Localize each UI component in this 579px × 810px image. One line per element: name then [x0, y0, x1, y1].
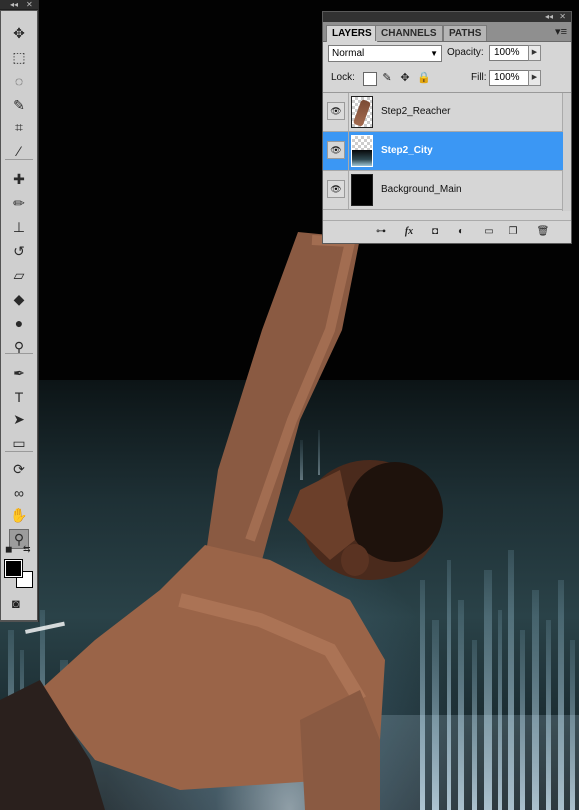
collapse-icon[interactable]: ◂◂ — [545, 12, 553, 22]
tools-panel: ◂◂ ✕ ✥ ⬚ ◌ ✎ ⌗ ⁄ ✚ ✏ ⊥ ↺ ▱ ◆ ● ⚲ ✒ T ➤ ▭ ⟳ ∞ ✋ ⚲ ◼ ⇆ ◙ — [0, 0, 39, 622]
blend-mode-value: Normal — [332, 48, 365, 59]
swap-colors-icon[interactable]: ⇆ — [23, 544, 31, 555]
close-icon[interactable]: ✕ — [26, 0, 33, 9]
layer-thumbnail[interactable] — [351, 174, 373, 206]
layer-name: Step2_City — [381, 145, 433, 156]
opacity-slider-arrow-icon[interactable]: ▶ — [528, 45, 541, 61]
lock-pixels-icon[interactable]: ✎ — [381, 72, 393, 84]
close-icon[interactable]: ✕ — [559, 12, 566, 22]
tab-channels[interactable]: CHANNELS — [375, 25, 443, 41]
blend-mode-select[interactable]: Normal ▼ — [328, 45, 442, 62]
lock-transparency-icon[interactable] — [363, 72, 377, 86]
quick-mask-icon[interactable]: ◙ — [12, 596, 20, 611]
divider — [348, 93, 349, 131]
city-thumbnail-image — [352, 149, 372, 166]
link-layers-icon[interactable]: ⊶ — [373, 225, 389, 239]
layers-panel-footer: ⊶ fx ◘ ◐ ▭ ❐ 🗑 — [323, 220, 571, 244]
opacity-label: Opacity: — [447, 47, 484, 58]
layer-thumbnail[interactable] — [351, 135, 373, 167]
paint-bucket-tool-icon[interactable]: ◆ — [9, 289, 29, 309]
crop-tool-icon[interactable]: ⌗ — [9, 117, 29, 137]
lock-fill-row: Lock: ✎ ✥ 🔒 Fill: 100% ▶ — [323, 68, 571, 90]
lasso-tool-icon[interactable]: ◌ — [9, 71, 29, 91]
layers-list: 👁 Step2_Reacher 👁 Step2_City 👁 Background_Mai… — [323, 92, 571, 211]
adjustment-layer-icon[interactable]: ◐ — [453, 225, 469, 239]
eyedropper-tool-icon[interactable]: ⁄ — [9, 141, 29, 161]
hand-tool-icon[interactable]: ✋ — [9, 505, 29, 525]
new-layer-icon[interactable]: ❐ — [505, 225, 521, 239]
3d-orbit-tool-icon[interactable]: ∞ — [9, 483, 29, 503]
history-brush-tool-icon[interactable]: ↺ — [9, 241, 29, 261]
layer-name: Background_Main — [381, 184, 462, 195]
collapse-icon[interactable]: ◂◂ — [10, 0, 18, 9]
clone-stamp-tool-icon[interactable]: ⊥ — [9, 217, 29, 237]
divider — [348, 171, 349, 209]
delete-layer-icon[interactable]: 🗑 — [535, 225, 551, 239]
move-tool-icon[interactable]: ✥ — [9, 23, 29, 43]
fill-input[interactable]: 100% — [489, 70, 529, 86]
fill-slider-arrow-icon[interactable]: ▶ — [528, 70, 541, 86]
blend-opacity-row: Normal ▼ Opacity: 100% ▶ — [323, 43, 571, 65]
layer-thumbnail[interactable] — [351, 96, 373, 128]
fill-label: Fill: — [471, 72, 487, 83]
chevron-down-icon: ▼ — [430, 49, 438, 58]
tools-panel-header: ◂◂ ✕ — [0, 0, 38, 10]
layer-row[interactable]: 👁 Step2_Reacher — [323, 93, 563, 132]
lock-label: Lock: — [331, 72, 355, 83]
quick-selection-tool-icon[interactable]: ✎ — [9, 95, 29, 115]
blur-tool-icon[interactable]: ● — [9, 313, 29, 333]
tab-layers[interactable]: LAYERS — [326, 25, 378, 42]
layer-row[interactable]: 👁 Step2_City — [323, 132, 563, 171]
opacity-input[interactable]: 100% — [489, 45, 529, 61]
tool-group-divider — [5, 451, 33, 452]
brush-tool-icon[interactable]: ✏ — [9, 193, 29, 213]
tools-list: ✥ ⬚ ◌ ✎ ⌗ ⁄ ✚ ✏ ⊥ ↺ ▱ ◆ ● ⚲ ✒ T ➤ ▭ ⟳ ∞ ✋ ⚲ — [1, 11, 37, 620]
tool-group-divider — [5, 353, 33, 354]
figure-thumbnail-image — [352, 99, 372, 127]
lock-all-icon[interactable]: 🔒 — [417, 72, 431, 84]
lock-position-icon[interactable]: ✥ — [399, 72, 411, 84]
marquee-tool-icon[interactable]: ⬚ — [9, 47, 29, 67]
layer-name: Step2_Reacher — [381, 106, 451, 117]
type-tool-icon[interactable]: T — [9, 387, 29, 407]
default-colors-icon[interactable]: ◼ — [5, 544, 12, 555]
3d-rotate-tool-icon[interactable]: ⟳ — [9, 459, 29, 479]
eye-icon[interactable]: 👁 — [327, 141, 345, 159]
pen-tool-icon[interactable]: ✒ — [9, 363, 29, 383]
healing-brush-tool-icon[interactable]: ✚ — [9, 169, 29, 189]
new-group-icon[interactable]: ▭ — [481, 225, 497, 239]
panel-menu-icon[interactable]: ▾≡ — [555, 25, 567, 38]
layers-panel: ◂◂ ✕ LAYERS CHANNELS PATHS ▾≡ Normal ▼ O… — [322, 11, 572, 244]
layers-scrollbar[interactable] — [562, 93, 571, 211]
layer-mask-icon[interactable]: ◘ — [427, 225, 443, 239]
foreground-color-swatch[interactable] — [4, 559, 23, 578]
rectangle-tool-icon[interactable]: ▭ — [9, 433, 29, 453]
layers-panel-topbar: ◂◂ ✕ — [323, 12, 571, 22]
eye-icon[interactable]: 👁 — [327, 180, 345, 198]
layer-row[interactable]: 👁 Background_Main — [323, 171, 563, 210]
layer-style-icon[interactable]: fx — [401, 225, 417, 239]
eye-icon[interactable]: 👁 — [327, 102, 345, 120]
panel-tabs: LAYERS CHANNELS PATHS ▾≡ — [323, 22, 571, 42]
path-selection-tool-icon[interactable]: ➤ — [9, 409, 29, 429]
dodge-tool-icon[interactable]: ⚲ — [9, 337, 29, 357]
eraser-tool-icon[interactable]: ▱ — [9, 265, 29, 285]
tool-group-divider — [5, 159, 33, 160]
divider — [348, 132, 349, 170]
tab-paths[interactable]: PATHS — [443, 25, 488, 41]
